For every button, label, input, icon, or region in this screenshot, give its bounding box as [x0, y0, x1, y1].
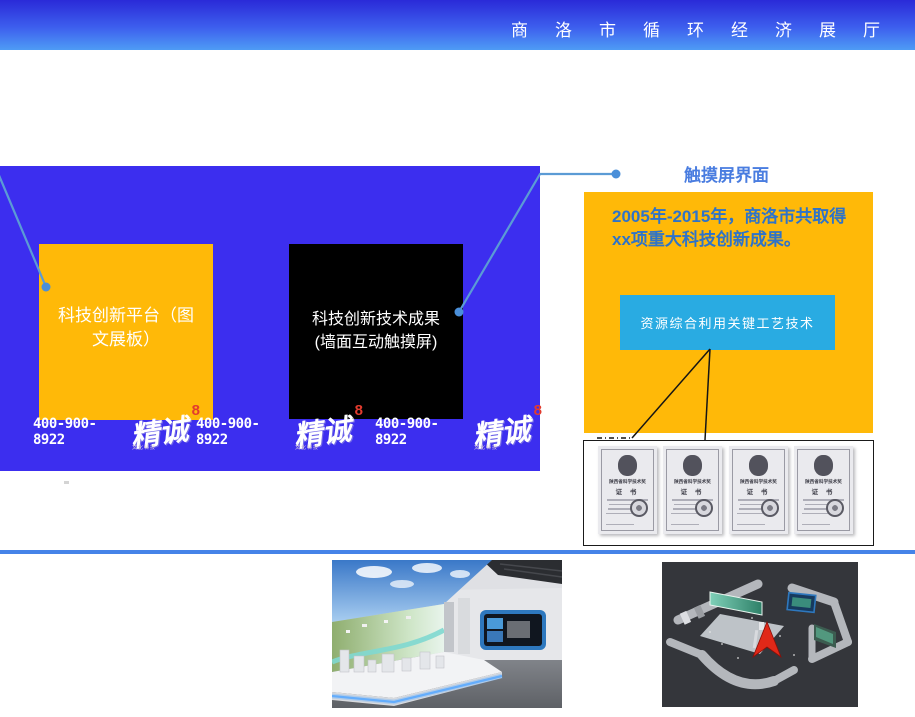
scan-artifact: [64, 481, 69, 484]
certificate-subtitle: 证 书: [798, 486, 849, 496]
touch-wall: 科技创新技术成果 (墙面互动触摸屏): [289, 244, 463, 419]
touchscreen-section-label: 触摸屏界面: [684, 161, 769, 186]
topic-button-label: 资源综合利用关键工艺技术: [640, 313, 814, 332]
certificate-paper: 陕西省科学技术奖 证 书: [797, 449, 850, 531]
touchscreen-intro-text: 2005年-2015年，商洛市共取得 xx项重大科技创新成果。: [612, 205, 862, 251]
seal-icon: [695, 499, 713, 517]
certificate-subtitle: 证 书: [733, 486, 784, 496]
touch-wall-label-line2: (墙面互动触摸屏): [289, 331, 463, 354]
certificate-title: 陕西省科学技术奖: [669, 478, 716, 484]
certificate-item: 陕西省科学技术奖 证 书: [663, 446, 722, 534]
graphic-board-label-line2: 文展板）: [39, 328, 213, 352]
national-emblem-icon: [749, 455, 768, 476]
national-emblem-icon: [683, 455, 702, 476]
header-bar: 商洛市循环经济展厅: [0, 0, 915, 50]
floorplan-render-graphic: [662, 562, 858, 707]
certificate-item: 陕西省科学技术奖 证 书: [598, 446, 657, 534]
section-divider-line: [0, 550, 915, 554]
certificate-subtitle: 证 书: [602, 486, 653, 496]
slide-canvas: 商洛市循环经济展厅 科技创新平台（图 文展板） 科技创新技术成果 (墙面互动触摸…: [0, 0, 915, 717]
certificate-title: 陕西省科学技术奖: [604, 478, 651, 484]
graphic-board-label-line1: 科技创新平台（图: [39, 304, 213, 328]
certificate-title: 陕西省科学技术奖: [800, 478, 847, 484]
certificate-paper: 陕西省科学技术奖 证 书: [601, 449, 654, 531]
certificate-item: 陕西省科学技术奖 证 书: [729, 446, 788, 534]
certificate-title: 陕西省科学技术奖: [735, 478, 782, 484]
national-emblem-icon: [814, 455, 833, 476]
touchscreen-panel: 2005年-2015年，商洛市共取得 xx项重大科技创新成果。 资源综合利用关键…: [584, 192, 873, 433]
interior-render-graphic: [332, 560, 562, 708]
seal-icon: [826, 499, 844, 517]
certificate-paper: 陕西省科学技术奖 证 书: [666, 449, 719, 531]
topic-button[interactable]: 资源综合利用关键工艺技术: [620, 295, 835, 350]
seal-icon: [630, 499, 648, 517]
certificate-paper: 陕西省科学技术奖 证 书: [732, 449, 785, 531]
certificate-item: 陕西省科学技术奖 证 书: [794, 446, 853, 534]
exhibition-interior-photo: [332, 560, 562, 708]
certificate-subtitle: 证 书: [667, 486, 718, 496]
intro-line2: xx项重大科技创新成果。: [612, 228, 862, 251]
certificates-box: 陕西省科学技术奖 证 书 陕西省科学技术奖 证 书 陕西省科: [583, 440, 874, 546]
touch-wall-label-line1: 科技创新技术成果: [289, 308, 463, 331]
national-emblem-icon: [618, 455, 637, 476]
graphic-board: 科技创新平台（图 文展板）: [39, 244, 213, 420]
page-title: 商洛市循环经济展厅: [511, 16, 907, 41]
callout-dot: [612, 170, 621, 179]
seal-icon: [761, 499, 779, 517]
exhibition-floorplan-photo: [662, 562, 858, 707]
intro-line1: 2005年-2015年，商洛市共取得: [612, 205, 862, 228]
